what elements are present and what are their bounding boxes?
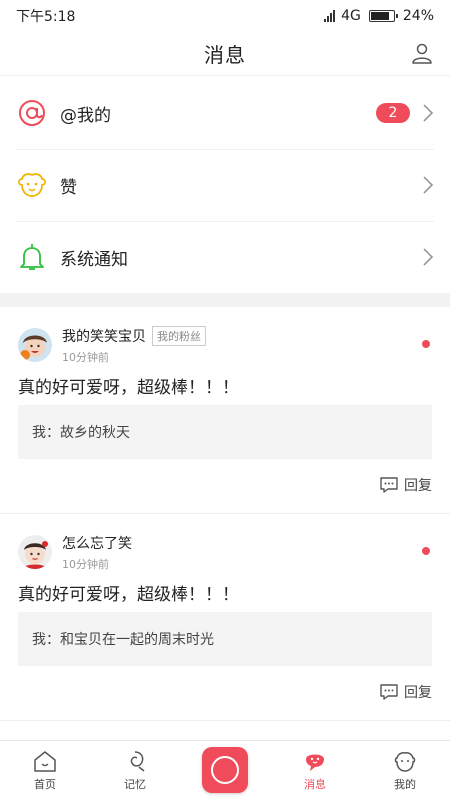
message-header: 怎么忘了笑 10分钟前 <box>18 533 132 571</box>
quoted-text: 我：和宝贝在一起的周末时光 <box>32 632 214 648</box>
at-icon <box>16 97 48 129</box>
quoted-post[interactable]: 我：故乡的秋天 <box>18 405 432 459</box>
message-item[interactable]: 我的笑笑宝贝 我的粉丝 10分钟前 真的好可爱呀，超级棒！！！ 我：故乡的秋天 … <box>0 307 450 514</box>
memory-icon <box>130 751 145 772</box>
reply-label: 回复 <box>404 685 432 701</box>
section-divider <box>0 293 450 307</box>
sender-name[interactable]: 我的笑笑宝贝 <box>62 326 146 346</box>
message-header: 我的笑笑宝贝 我的粉丝 10分钟前 <box>18 325 206 364</box>
battery-percent: 24% <box>402 8 434 24</box>
category-row-system[interactable]: 系统通知 <box>0 221 450 293</box>
nav-label: 记忆 <box>124 778 146 791</box>
category-row-likes[interactable]: 赞 <box>0 149 450 221</box>
status-time: 下午5:18 <box>16 9 76 25</box>
profile-icon[interactable] <box>410 41 434 65</box>
message-time: 10分钟前 <box>62 557 109 571</box>
category-label: @我的 <box>60 105 111 126</box>
nav-memory[interactable]: 记忆 <box>90 741 180 800</box>
category-list: @我的 2 赞 系统通知 <box>0 77 450 293</box>
battery-icon <box>368 10 398 22</box>
reply-button[interactable]: 回复 <box>379 475 432 495</box>
camera-icon <box>202 746 248 793</box>
chevron-right-icon <box>423 248 434 266</box>
nav-camera[interactable] <box>180 741 270 800</box>
status-bar: 下午5:18 4G 24% <box>0 0 450 32</box>
category-label: 赞 <box>60 177 77 198</box>
baby-face-icon <box>16 169 48 201</box>
chevron-right-icon <box>423 176 434 194</box>
comment-icon <box>380 477 398 493</box>
sender-name[interactable]: 怎么忘了笑 <box>62 533 132 553</box>
unread-dot <box>422 547 430 555</box>
reply-label: 回复 <box>404 478 432 494</box>
signal-icon <box>324 10 336 22</box>
nav-mine[interactable]: 我的 <box>360 741 450 800</box>
message-text: 真的好可爱呀，超级棒！！！ <box>18 585 239 605</box>
message-item[interactable]: 怎么忘了笑 10分钟前 真的好可爱呀，超级棒！！！ 我：和宝贝在一起的周末时光 … <box>0 514 450 721</box>
network-type: 4G <box>341 8 361 24</box>
avatar[interactable] <box>18 535 52 569</box>
category-label: 系统通知 <box>60 249 128 270</box>
message-icon <box>306 754 324 771</box>
fan-tag: 我的粉丝 <box>152 325 206 346</box>
nav-label: 我的 <box>394 778 416 791</box>
header: 消息 <box>0 32 450 76</box>
chevron-right-icon <box>423 104 434 122</box>
nav-label: 首页 <box>34 778 56 791</box>
nav-label: 消息 <box>304 778 326 791</box>
unread-dot <box>422 340 430 348</box>
page-title: 消息 <box>204 43 246 67</box>
mine-icon <box>394 752 416 772</box>
nav-home[interactable]: 首页 <box>0 741 90 800</box>
status-right: 4G 24% <box>324 8 434 24</box>
reply-button[interactable]: 回复 <box>379 682 432 702</box>
bottom-nav: 首页 记忆 消息 我的 <box>0 740 450 800</box>
category-row-mentions[interactable]: @我的 2 <box>0 77 450 149</box>
bell-icon <box>16 241 48 273</box>
home-icon <box>34 751 56 772</box>
quoted-text: 我：故乡的秋天 <box>32 425 130 441</box>
avatar[interactable] <box>18 328 52 362</box>
comment-icon <box>380 684 398 700</box>
nav-messages[interactable]: 消息 <box>270 741 360 800</box>
unread-badge: 2 <box>376 103 410 123</box>
quoted-post[interactable]: 我：和宝贝在一起的周末时光 <box>18 612 432 666</box>
message-text: 真的好可爱呀，超级棒！！！ <box>18 378 239 398</box>
message-time: 10分钟前 <box>62 350 109 364</box>
